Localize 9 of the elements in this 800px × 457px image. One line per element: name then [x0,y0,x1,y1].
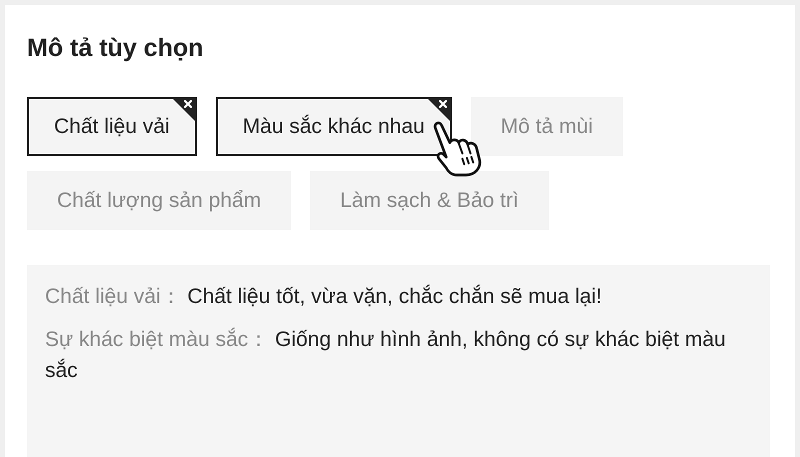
option-tag[interactable]: Làm sạch & Bảo trì [310,171,549,230]
option-tag[interactable]: Chất lượng sản phẩm [27,171,292,230]
remove-icon[interactable] [426,97,452,123]
description-line: Sự khác biệt màu sắc： Giống như hình ảnh, không có sự khác biệt màu sắc [45,326,727,384]
option-tag[interactable]: Chất liệu vải [27,97,197,156]
description-line: Chất liệu vải： Chất liệu tốt, vừa vặn, chắc chắn sẽ mua lại! [45,284,603,310]
remove-icon[interactable] [170,97,197,123]
section-title: Mô tả tùy chọn [27,33,204,63]
option-tag[interactable]: Mô tả mùi [470,97,623,156]
